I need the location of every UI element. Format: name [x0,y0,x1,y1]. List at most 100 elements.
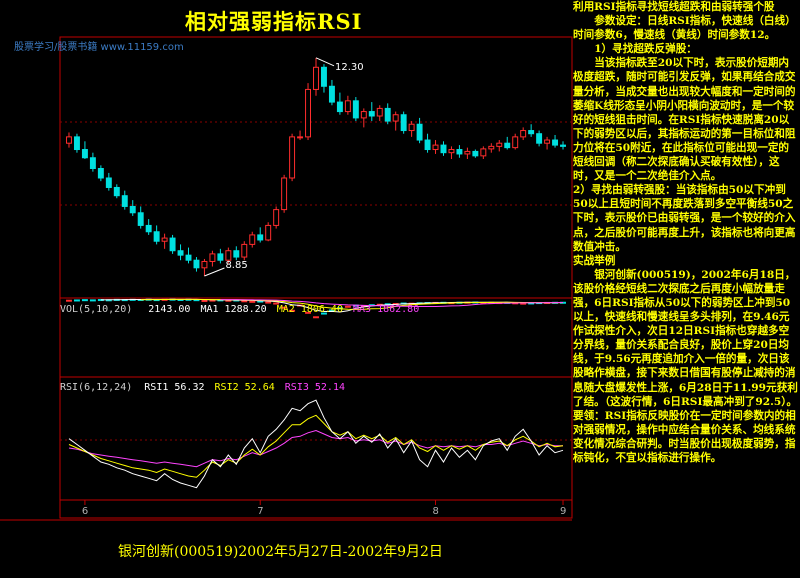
volume-bar [201,299,208,302]
candle-body [520,130,527,138]
candle-body [201,260,208,269]
explanation-paragraph: 银河创新(000519)，2002年6月18日，该股价格经短线二次探底之后再度小… [573,268,798,408]
candle-body [185,254,192,261]
candle-body [265,224,272,241]
volume-bar [265,301,272,304]
candle-body [432,144,439,151]
candle-body [121,195,128,207]
volume-ma2: MA2 1806.40 [276,304,343,315]
candle-body [257,234,264,241]
candle-body [320,66,327,87]
candle-body [352,100,359,119]
candle-body [145,224,152,233]
explanation-paragraph: 参数设定：日线RSI指标，快速线（白线）时间参数6，慢速线（黄线）时间参数12。 [573,15,796,42]
candle-body [536,133,543,144]
candle-body [273,209,280,226]
price-annotations: 12.30 8.85 [204,57,364,277]
candle-body [344,100,351,113]
x-tick-label: 8 [433,506,439,517]
explanation-paragraph: 当该指标跌至20以下时，表示股价短期内极度超跌，随时可能引发反弹，如果再结合成交… [573,57,796,183]
candle-body [153,231,160,242]
chart-caption: 银河创新(000519)2002年5月27日-2002年9月2日 [118,544,443,560]
candle-body [305,88,312,138]
candle-body [249,234,256,245]
candle-body [225,250,232,261]
candle-body [177,250,184,256]
candle-body [217,253,224,261]
x-tick-label: 7 [257,506,263,517]
volume-bar [89,299,96,302]
candle-body [504,142,511,149]
candle-body [544,139,551,144]
candle-body [392,114,399,122]
plot-border [59,36,573,519]
candle-body [233,250,240,258]
candlestick-series [66,57,566,277]
x-tick-label: 9 [560,506,566,517]
explanation-paragraph: 要领：RSI指标反映股价在一定时间参数内的相对强弱情况，操作中应结合量价关系、均… [573,409,796,464]
candle-body [137,212,144,226]
candle-body [97,168,104,179]
candle-body [336,101,343,113]
volume-ma3: MA3 1862.80 [353,304,420,315]
candle-body [169,237,176,252]
candle-body [560,144,566,147]
candle-body [456,149,463,155]
candle-body [424,139,431,151]
candle-body [512,136,519,149]
candle-body [66,136,72,144]
candle-body [368,111,375,117]
explanation-paragraph: 实战举例 [573,254,616,267]
volume-indicator-label: VOL(5,10,20) [60,304,133,315]
candle-body [241,243,248,258]
candle-body [89,157,96,169]
candle-body [289,136,296,179]
candle-body [472,150,479,157]
candle-body [81,149,88,159]
candle-body [328,85,335,103]
x-axis-ticks: 6 7 8 9 [82,500,566,517]
candle-body [528,130,535,135]
volume-indicator-bar: VOL(5,10,20) 2143.00 MA1 1288.20 MA2 180… [60,304,419,315]
candle-body [297,136,304,139]
candle-body [448,149,455,154]
explanation-paragraph: 1）寻找超跌反弹股： [594,43,697,56]
candle-body [384,107,391,122]
candle-body [376,107,383,117]
rsi-indicator-bar: RSI(6,12,24) RSI1 56.32 RSI2 52.64 RSI3 … [60,382,345,393]
volume-ma1: MA1 1288.20 [200,304,267,315]
candle-body [464,150,471,155]
candle-body [488,145,495,150]
explanation-panel: 利用RSI指标寻找短线超跌和由弱转强个股参数设定：日线RSI指标，快速线（白线）… [573,0,799,578]
high-label: 12.30 [335,62,364,73]
volume-bar [249,300,256,303]
volume-bar [66,299,72,302]
volume-value: 2143.00 [148,304,191,315]
candle-body [313,66,319,90]
candle-body [73,136,80,151]
low-pointer [204,267,225,277]
candle-body [496,142,503,147]
candle-body [440,144,447,154]
rsi1-line [68,399,564,489]
candle-body [416,123,423,141]
rsi3-value: RSI3 52.14 [284,382,345,393]
candle-body [400,114,407,132]
chart-title: 相对强弱指标RSI [185,9,363,34]
rsi3-line [68,429,563,468]
volume-bar [73,299,80,302]
candle-body [209,253,216,262]
candle-body [281,177,288,211]
candle-body [105,177,112,188]
volume-bar [81,299,88,302]
volume-bar [241,300,248,303]
rsi-series [68,399,564,489]
high-pointer [315,57,335,67]
chart-grid [0,36,573,521]
candle-body [480,148,487,157]
explanation-paragraph: 2）寻找由弱转强股：当该指标由50以下冲到50以上且短时间不再度跌落到多空平衡线… [573,184,796,253]
explanation-paragraph: 利用RSI指标寻找短线超跌和由弱转强个股 [573,1,775,13]
watermark: 股票学习/股票书籍 www.11159.com [14,42,184,53]
x-tick-label: 6 [82,506,88,517]
candle-body [193,259,200,269]
